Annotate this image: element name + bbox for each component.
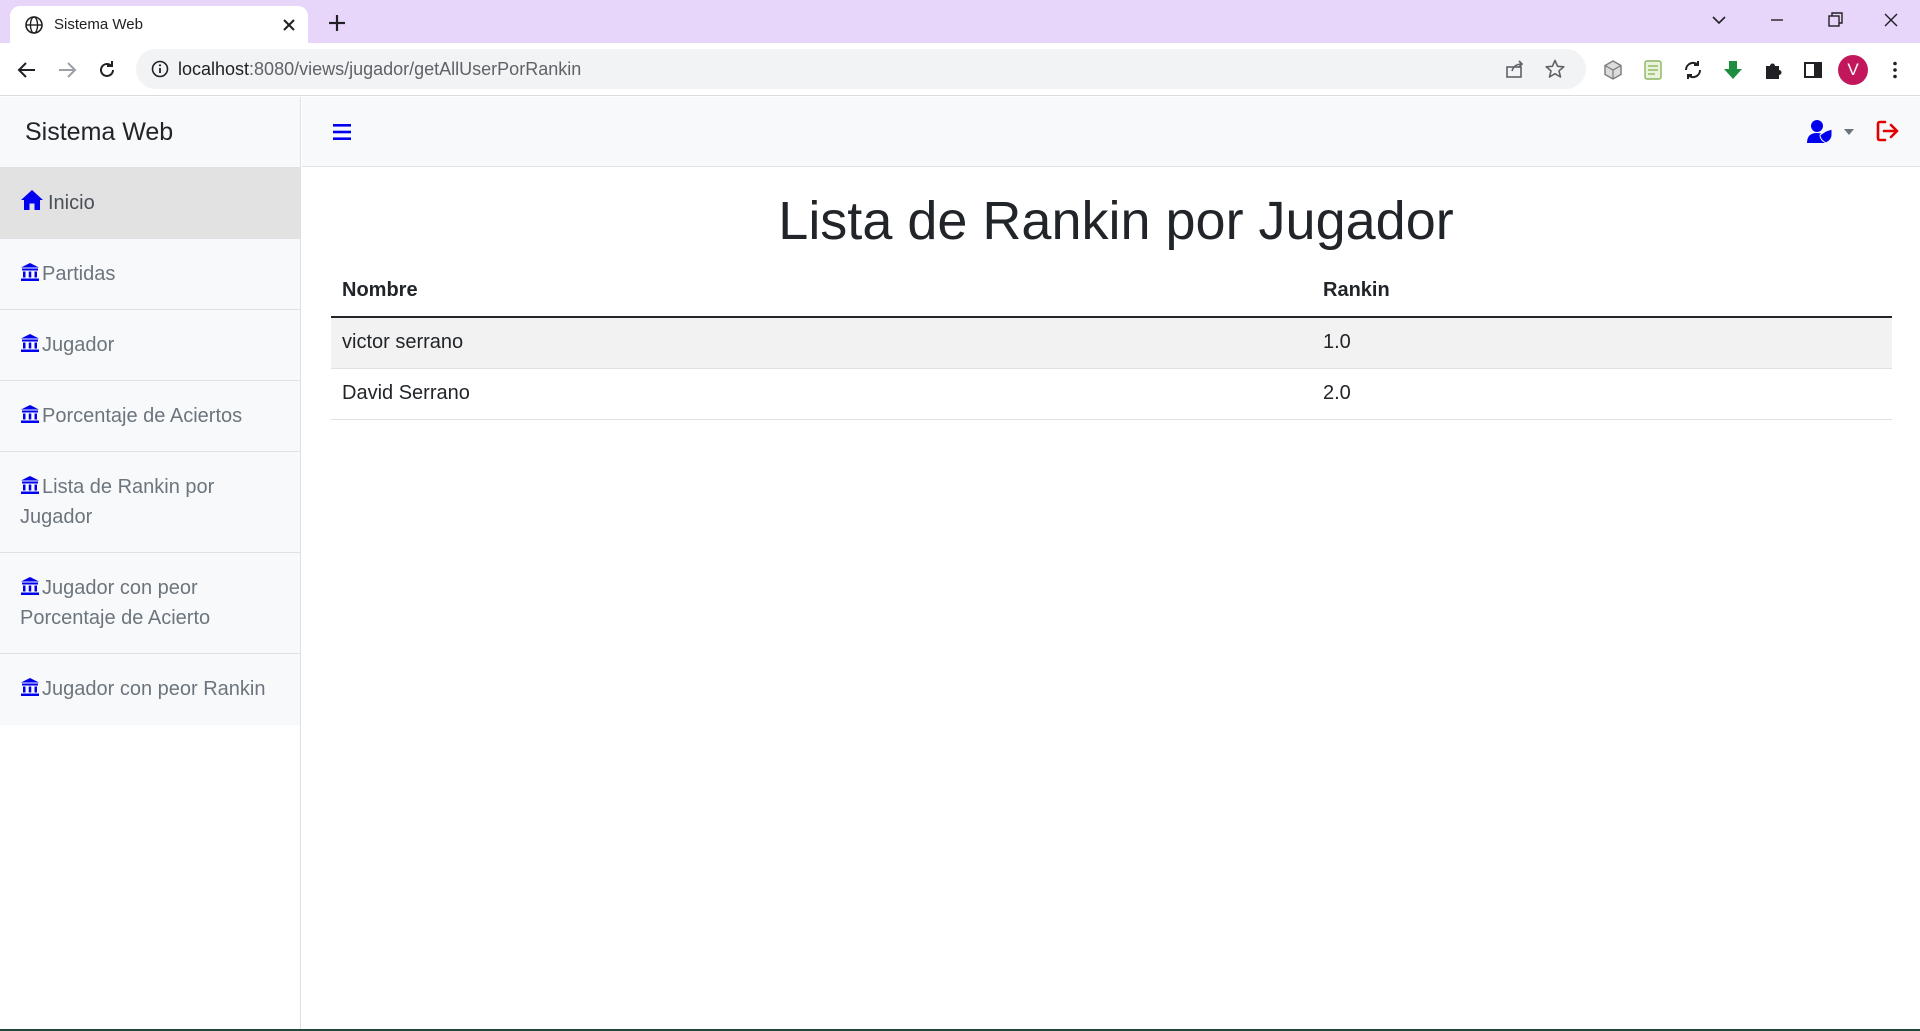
extension-cube-icon[interactable] bbox=[1598, 55, 1628, 85]
sidebar-menu: Inicio Partidas Jugador Porcentaje de Ac… bbox=[0, 168, 300, 725]
sidebar-item-peor-porcentaje[interactable]: Jugador con peor Porcentaje de Acierto bbox=[0, 553, 300, 654]
hamburger-menu-icon[interactable] bbox=[330, 119, 356, 145]
page-title: Lista de Rankin por Jugador bbox=[778, 191, 1454, 251]
table-row: David Serrano 2.0 bbox=[331, 368, 1892, 420]
extension-sheet-icon[interactable] bbox=[1638, 55, 1668, 85]
tab-title: Sistema Web bbox=[54, 16, 143, 33]
extension-sync-icon[interactable] bbox=[1678, 55, 1708, 85]
sidebar: Sistema Web Inicio Partidas Jugador Porc… bbox=[0, 97, 301, 1031]
cell-rankin: 1.0 bbox=[1312, 317, 1892, 369]
url-text: localhost:8080/views/jugador/getAllUserP… bbox=[178, 58, 581, 80]
sidebar-item-porcentaje-aciertos[interactable]: Porcentaje de Aciertos bbox=[0, 381, 300, 452]
column-header-rankin: Rankin bbox=[1312, 264, 1892, 318]
home-icon bbox=[21, 190, 43, 210]
building-icon bbox=[21, 577, 39, 595]
address-bar[interactable]: localhost:8080/views/jugador/getAllUserP… bbox=[136, 49, 1586, 89]
extensions-puzzle-icon[interactable] bbox=[1758, 55, 1788, 85]
sidebar-item-label: Porcentaje de Aciertos bbox=[42, 405, 243, 427]
restore-icon[interactable] bbox=[1806, 0, 1864, 40]
minimize-icon[interactable] bbox=[1748, 0, 1806, 40]
table-row: victor serrano 1.0 bbox=[331, 317, 1892, 369]
sidebar-item-inicio[interactable]: Inicio bbox=[0, 168, 300, 239]
sidebar-item-peor-rankin[interactable]: Jugador con peor Rankin bbox=[0, 654, 300, 725]
url-host: localhost bbox=[178, 59, 250, 79]
download-arrow-icon[interactable] bbox=[1718, 55, 1748, 85]
building-icon bbox=[21, 334, 39, 352]
main-content: Lista de Rankin por Jugador Nombre Ranki… bbox=[302, 168, 1920, 420]
cell-nombre: David Serrano bbox=[331, 368, 1312, 420]
site-info-icon[interactable] bbox=[150, 59, 170, 79]
ranking-table: Nombre Rankin victor serrano 1.0 David S… bbox=[331, 264, 1892, 420]
close-tab-icon[interactable] bbox=[278, 14, 300, 36]
building-icon bbox=[21, 263, 39, 281]
url-path: :8080/views/jugador/getAllUserPorRankin bbox=[249, 59, 582, 79]
forward-icon[interactable] bbox=[52, 55, 82, 85]
back-icon[interactable] bbox=[12, 55, 42, 85]
building-icon bbox=[21, 405, 39, 423]
tab-search-icon[interactable] bbox=[1690, 0, 1748, 40]
top-navbar bbox=[302, 97, 1920, 167]
sidebar-item-jugador[interactable]: Jugador bbox=[0, 310, 300, 381]
bookmark-star-icon[interactable] bbox=[1544, 58, 1566, 80]
column-header-nombre: Nombre bbox=[331, 264, 1312, 318]
browser-tab-strip: Sistema Web bbox=[0, 0, 1920, 43]
side-panel-icon[interactable] bbox=[1798, 55, 1828, 85]
user-shield-dropdown-icon[interactable] bbox=[1806, 118, 1858, 146]
close-window-icon[interactable] bbox=[1862, 0, 1920, 40]
sidebar-item-label: Jugador con peor Porcentaje de Acierto bbox=[20, 577, 211, 629]
profile-avatar[interactable]: V bbox=[1838, 55, 1868, 85]
sidebar-item-label: Partidas bbox=[42, 263, 116, 285]
table-header-row: Nombre Rankin bbox=[331, 264, 1892, 318]
new-tab-icon[interactable] bbox=[324, 10, 350, 36]
sidebar-item-label: Jugador con peor Rankin bbox=[42, 678, 266, 700]
browser-menu-icon[interactable] bbox=[1880, 55, 1910, 85]
sidebar-brand[interactable]: Sistema Web bbox=[0, 97, 300, 168]
logout-icon[interactable] bbox=[1874, 117, 1902, 145]
sidebar-item-label: Inicio bbox=[48, 192, 95, 214]
sidebar-item-partidas[interactable]: Partidas bbox=[0, 239, 300, 310]
cell-nombre: victor serrano bbox=[331, 317, 1312, 369]
browser-toolbar: localhost:8080/views/jugador/getAllUserP… bbox=[0, 43, 1920, 96]
browser-tab[interactable]: Sistema Web bbox=[10, 6, 308, 43]
reload-icon[interactable] bbox=[92, 55, 122, 85]
sidebar-item-label: Lista de Rankin por Jugador bbox=[20, 476, 215, 528]
building-icon bbox=[21, 476, 39, 494]
globe-icon bbox=[25, 16, 43, 34]
sidebar-item-label: Jugador bbox=[42, 334, 115, 356]
share-icon[interactable] bbox=[1504, 58, 1526, 80]
sidebar-item-lista-rankin[interactable]: Lista de Rankin por Jugador bbox=[0, 452, 300, 553]
cell-rankin: 2.0 bbox=[1312, 368, 1892, 420]
building-icon bbox=[21, 678, 39, 696]
